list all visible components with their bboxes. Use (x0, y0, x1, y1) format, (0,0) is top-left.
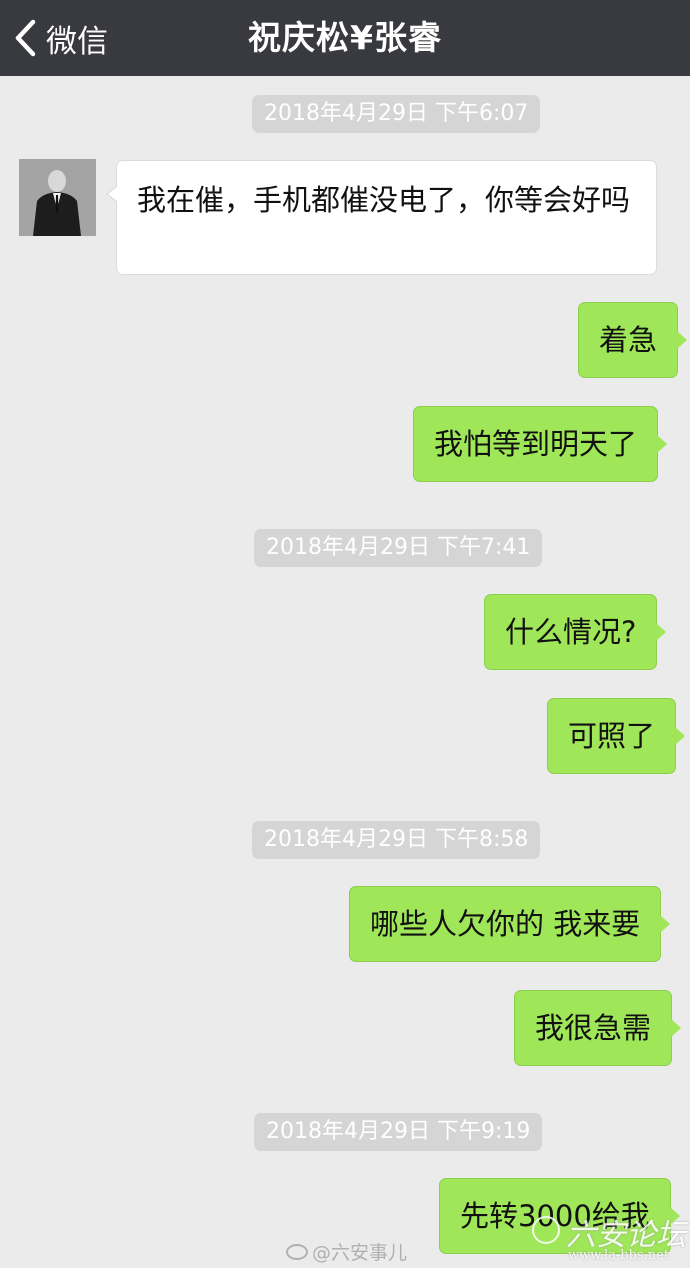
weibo-watermark: @六安事儿 (286, 1238, 407, 1265)
outgoing-message-bubble[interactable]: 可照了 (547, 698, 686, 774)
message-text: 可照了 (568, 719, 656, 753)
outgoing-message-bubble[interactable]: 我怕等到明天了 (413, 406, 668, 482)
chat-title: 祝庆松¥张睿 (248, 18, 442, 57)
message-text: 我怕等到明天了 (434, 427, 638, 461)
outgoing-message-bubble[interactable]: 着急 (578, 302, 688, 378)
message-text: 我在催，手机都催没电了，你等会好吗 (137, 183, 631, 217)
message-text: 我很急需 (535, 1011, 652, 1045)
avatar-image (19, 159, 96, 236)
timestamp: 2018年4月29日 下午7:41 (254, 529, 543, 567)
chat-header: 微信 祝庆松¥张睿 (0, 0, 690, 76)
site-watermark: 六安论坛 www.la-bbs.net (528, 1210, 690, 1268)
incoming-message-bubble[interactable]: 我在催，手机都催没电了，你等会好吗 (106, 160, 657, 275)
timestamp: 2018年4月29日 下午6:07 (252, 95, 541, 133)
timestamp: 2018年4月29日 下午8:58 (252, 821, 541, 859)
message-text: 着急 (599, 323, 658, 357)
timestamp: 2018年4月29日 下午9:19 (254, 1113, 543, 1151)
message-text: 什么情况? (505, 615, 637, 649)
outgoing-message-bubble[interactable]: 我很急需 (514, 990, 682, 1066)
weibo-handle: @六安事儿 (312, 1242, 408, 1264)
avatar[interactable] (19, 159, 96, 236)
message-text: 哪些人欠你的 我来要 (370, 907, 641, 941)
site-url: www.la-bbs.net (568, 1248, 670, 1263)
outgoing-message-bubble[interactable]: 哪些人欠你的 我来要 (349, 886, 671, 962)
weibo-logo-icon (286, 1243, 308, 1260)
outgoing-message-bubble[interactable]: 什么情况? (484, 594, 667, 670)
site-logo-icon (532, 1216, 560, 1244)
